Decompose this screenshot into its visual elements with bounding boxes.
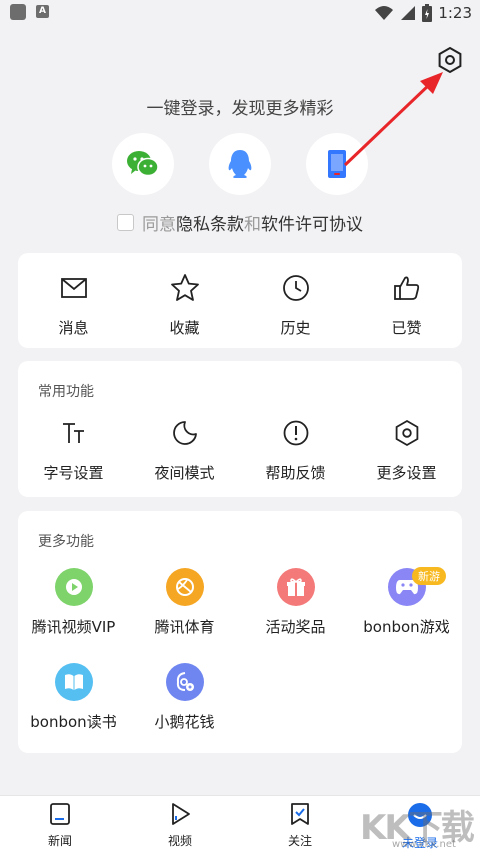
xiaoe-wallet-label: 小鹅花钱 <box>154 713 215 731</box>
messages-button[interactable]: 消息 <box>18 271 129 338</box>
wallet-icon <box>176 672 194 691</box>
nav-follow-label: 关注 <box>287 834 312 848</box>
mail-icon <box>60 278 87 298</box>
help-feedback-label: 帮助反馈 <box>265 464 326 482</box>
liked-button[interactable]: 已赞 <box>351 271 462 338</box>
bonbon-games-label: bonbon游戏 <box>363 618 450 636</box>
tencent-sports-button[interactable]: 腾讯体育 <box>129 568 240 637</box>
more-settings-button[interactable]: 更多设置 <box>351 416 462 483</box>
nav-news-label: 新闻 <box>47 834 72 848</box>
messages-label: 消息 <box>58 319 89 337</box>
video-icon <box>172 803 190 825</box>
event-prizes-label: 活动奖品 <box>265 618 326 636</box>
more-settings-label: 更多设置 <box>376 464 437 482</box>
license-link[interactable]: 软件许可协议 <box>261 215 363 235</box>
history-button[interactable]: 历史 <box>240 271 351 338</box>
bonbon-reading-button[interactable]: bonbon读书 <box>18 663 129 732</box>
liked-label: 已赞 <box>391 319 422 337</box>
bonbon-reading-label: bonbon读书 <box>30 713 117 731</box>
nav-video[interactable]: 视频 <box>120 802 240 849</box>
agree-text: 同意 <box>142 215 176 235</box>
gift-icon <box>286 578 305 596</box>
font-size-label: 字号设置 <box>43 464 104 482</box>
tencent-video-vip-button[interactable]: 腾讯视频VIP <box>18 568 129 637</box>
video-play-icon <box>65 579 82 595</box>
clock-icon <box>282 275 309 301</box>
new-game-badge: 新游 <box>412 567 446 585</box>
and-text: 和 <box>244 215 261 235</box>
thumbs-up-icon <box>393 276 419 300</box>
event-prizes-button[interactable]: 活动奖品 <box>240 568 351 637</box>
history-label: 历史 <box>280 319 311 337</box>
agree-checkbox[interactable] <box>117 214 134 231</box>
favorites-label: 收藏 <box>169 319 200 337</box>
favorites-button[interactable]: 收藏 <box>129 271 240 338</box>
nav-news[interactable]: 新闻 <box>0 802 120 849</box>
xiaoe-wallet-button[interactable]: 小鹅花钱 <box>129 663 240 732</box>
book-icon <box>64 674 83 690</box>
more-functions-card: 更多功能 腾讯视频VIP 腾讯体育 活动奖品 bonbon游戏 新游 bonbo… <box>18 511 462 753</box>
bonbon-games-button[interactable]: bonbon游戏 新游 <box>351 567 462 637</box>
font-size-button[interactable]: 字号设置 <box>18 416 129 483</box>
font-size-icon <box>62 423 84 443</box>
follow-icon <box>291 803 309 825</box>
night-mode-button[interactable]: 夜间模式 <box>129 416 240 483</box>
settings-icon <box>395 419 418 447</box>
agreement-row: 同意隐私条款和软件许可协议 <box>0 210 480 235</box>
watermark-url: www.kkx.net <box>392 839 456 850</box>
tencent-sports-label: 腾讯体育 <box>154 618 215 636</box>
common-functions-title: 常用功能 <box>38 384 94 400</box>
moon-icon <box>172 421 197 445</box>
common-functions-card: 常用功能 字号设置 夜间模式 帮助反馈 更多设置 <box>18 361 462 497</box>
news-icon <box>50 803 70 825</box>
night-mode-label: 夜间模式 <box>154 464 215 482</box>
help-feedback-button[interactable]: 帮助反馈 <box>240 416 351 483</box>
nav-follow[interactable]: 关注 <box>240 802 360 849</box>
help-icon <box>283 420 308 446</box>
quick-actions-card: 消息 收藏 历史 已赞 <box>18 253 462 348</box>
nav-video-label: 视频 <box>167 834 192 848</box>
privacy-link[interactable]: 隐私条款 <box>176 215 244 235</box>
sports-ball-icon <box>175 578 194 596</box>
tencent-video-vip-label: 腾讯视频VIP <box>31 618 116 636</box>
star-icon <box>170 274 199 301</box>
more-functions-title: 更多功能 <box>38 534 94 550</box>
